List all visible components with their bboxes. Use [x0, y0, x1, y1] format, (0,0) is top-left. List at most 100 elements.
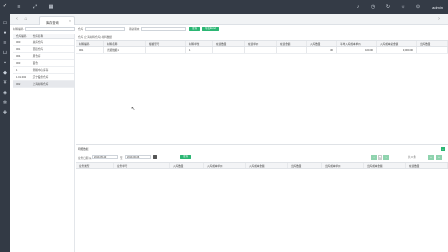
date-to-input[interactable]: 2019-06-06 [125, 155, 151, 159]
tab-label: 库存查询 [46, 20, 59, 25]
col-spec: 规格型号 [146, 41, 186, 46]
col-out-qty: 出库数量 [417, 41, 448, 46]
gear-icon[interactable]: ✲ [2, 100, 8, 106]
cart-icon[interactable]: ⊔ [2, 50, 8, 56]
warehouse-name: 原仓库 [32, 55, 41, 58]
cell [277, 47, 307, 53]
type-input[interactable] [141, 27, 186, 31]
table-row[interactable]: 1.01.002 辽宁股份仓库 [13, 74, 74, 81]
cell: 30 [307, 47, 337, 53]
pager-page[interactable]: 1 [378, 155, 382, 160]
tab-inventory-query[interactable]: 库存查询 × [39, 16, 75, 25]
cell [245, 47, 277, 53]
warehouse-input[interactable] [85, 27, 125, 31]
menu-toggle-icon[interactable]: ≡ [16, 4, 22, 10]
export-button[interactable]: 导出Excel [202, 27, 219, 31]
col-in-qty: 入库数量 [307, 41, 337, 46]
material-grid-header: 材料编码 材料名称 规格型号 材料单位 在途数量 在途单价 在途金额 入库数量 … [76, 40, 448, 47]
table-row[interactable]: 001 光缆线缆1 1 30 100.00 3,000.00 [76, 47, 448, 54]
pager-prev-icon[interactable]: ‹ [371, 155, 377, 160]
date-to-label: 至 [120, 157, 123, 160]
clock-icon[interactable]: ◷ [370, 4, 376, 10]
col-material-code: 材料编码 [76, 41, 104, 46]
detail-grid-header: 业务类型 业务单号 入库数量 入库成本单价 入库成本金额 出库数量 出库成本单价… [76, 162, 448, 169]
detail-query-button[interactable]: 查询 [180, 155, 191, 159]
col-unit: 材料单位 [186, 41, 213, 46]
list-icon[interactable]: ≡ [2, 40, 8, 46]
col-avg-cost: 平均入库成本单价 [337, 41, 377, 46]
col-transit-qty: 在途数量 [406, 163, 448, 168]
cell [417, 47, 448, 53]
warehouse-code: 002 [16, 83, 21, 86]
table-row-selected[interactable]: 002 上海材料仓库 [13, 81, 74, 88]
lock-icon[interactable]: ⊙ [415, 4, 421, 10]
col-in-cost-amount: 入库成本金额 [246, 163, 288, 168]
fullscreen-icon[interactable]: ⤢ [32, 4, 38, 10]
warehouse-code: 004 [16, 55, 21, 58]
refresh-icon[interactable]: ↻ [385, 4, 391, 10]
logo-icon[interactable]: ✓ [2, 3, 8, 9]
cell: 100.00 [337, 47, 377, 53]
cell [146, 47, 186, 53]
type-label: 期初期末 [129, 28, 140, 31]
material-input[interactable] [25, 27, 75, 31]
table-row[interactable]: 004 原仓库 [13, 53, 74, 60]
table-row[interactable]: 000 总库仓库 [13, 39, 74, 46]
tab-next-icon[interactable]: › [436, 16, 442, 22]
table-row[interactable]: 001 西街仓库 [13, 46, 74, 53]
tab-bar: ‹ ⌂ 库存查询 × › [10, 14, 448, 25]
pager-info: 共 0 条 [407, 156, 417, 159]
cell [213, 47, 245, 53]
col-transit-price: 在途单价 [245, 41, 277, 46]
filter-bar: 材料编码 仓库 期初期末 查询 导出Excel [13, 27, 448, 33]
briefcase-icon[interactable]: ▪ [2, 60, 8, 66]
cell: 3,000.00 [377, 47, 417, 53]
tab-prev-icon[interactable]: ‹ [14, 16, 20, 22]
settings-icon[interactable]: ☼ [400, 4, 406, 10]
calendar-icon[interactable] [153, 155, 157, 159]
pager-next-icon[interactable]: › [383, 155, 389, 160]
home-icon[interactable]: ⌂ [23, 16, 29, 22]
top-bar: ≡ ⤢ ▦ ♪ ◷ ↻ ☼ ⊙ admin [10, 0, 448, 14]
breadcrumb: 仓库 [上海材料仓库] 材料数据 [78, 36, 113, 39]
detail-title: 明细数据 [78, 148, 89, 151]
cell: 1 [186, 47, 213, 53]
left-sidebar: ✓ ▭ ● ≡ ⊔ ▪ ◆ ¥ ◈ ✲ ✚ [0, 0, 10, 252]
header-warehouse-code: 仓库编码 [16, 35, 27, 38]
monitor-icon[interactable]: ▭ [2, 20, 8, 26]
col-transit-amount: 在途金额 [277, 41, 307, 46]
bell-icon[interactable]: ♪ [355, 4, 361, 10]
col-out-cost-amount: 出库成本金额 [364, 163, 406, 168]
puzzle-icon[interactable]: ✚ [2, 110, 8, 116]
collapse-icon[interactable]: − [441, 146, 445, 151]
person-icon[interactable]: ● [2, 30, 8, 36]
col-in-total: 入库成本总金额 [377, 41, 417, 46]
col-biz-no: 业务单号 [114, 163, 170, 168]
money-icon[interactable]: ¥ [2, 80, 8, 86]
tag-icon[interactable]: ◈ [2, 90, 8, 96]
cell: 001 [76, 47, 104, 53]
date-from-input[interactable]: 2019-05-20 [92, 155, 118, 159]
warehouse-name: 总库仓库 [32, 41, 44, 44]
material-label: 材料编码 [13, 28, 24, 31]
close-icon[interactable]: × [69, 19, 71, 23]
warehouse-code: 003 [16, 62, 21, 65]
pager-last-icon[interactable]: » [436, 155, 442, 160]
query-button[interactable]: 查询 [189, 27, 200, 31]
warehouse-name: 测验中心库存 [32, 69, 49, 72]
col-transit-qty: 在途数量 [213, 41, 245, 46]
user-name[interactable]: admin [432, 5, 443, 10]
pager-first-icon[interactable]: « [428, 155, 434, 160]
box-icon[interactable]: ◆ [2, 70, 8, 76]
grid-icon[interactable]: ▦ [48, 4, 54, 10]
warehouse-panel: 仓库编码 仓库名称 000 总库仓库 001 西街仓库 004 原仓库 003 … [13, 34, 75, 252]
date-label: 业务日期 从 [78, 157, 92, 160]
col-in-unit-cost: 入库成本单价 [204, 163, 246, 168]
warehouse-code: 1 [16, 69, 18, 72]
warehouse-code: 1.01.002 [16, 76, 27, 79]
table-row[interactable]: 003 面仓 [13, 60, 74, 67]
warehouse-name: 辽宁股份仓库 [32, 76, 49, 79]
table-row[interactable]: 1 测验中心库存 [13, 67, 74, 74]
cell: 光缆线缆1 [104, 47, 146, 53]
material-grid-panel: 仓库 [上海材料仓库] 材料数据 材料编码 材料名称 规格型号 材料单位 在途数… [76, 34, 448, 141]
